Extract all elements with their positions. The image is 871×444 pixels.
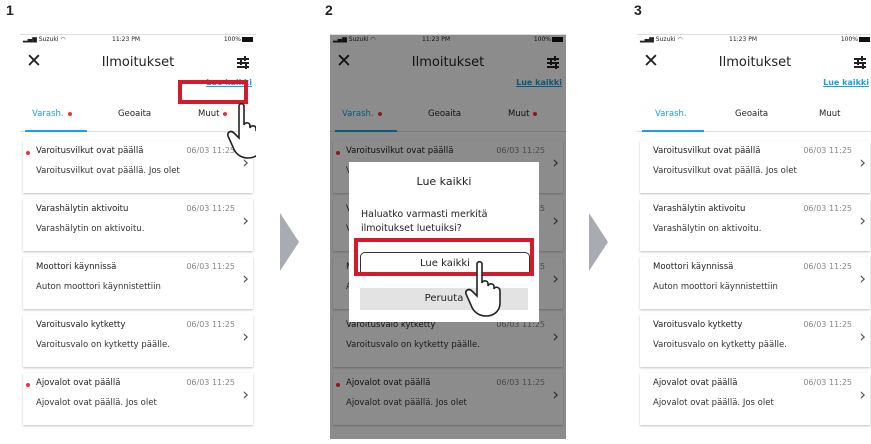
notification-title: Varashälytin aktivoitu — [653, 204, 746, 214]
chevron-right-icon: › — [242, 385, 249, 405]
notification-card[interactable]: Varashälytin aktivoitu 06/03 11:25 Varashä… — [640, 199, 870, 251]
tab-bar: Varash. Geoaita Muut — [637, 101, 871, 132]
notification-title: Ajovalot ovat päällä — [653, 378, 738, 388]
battery: 100% — [841, 35, 870, 45]
notification-date: 06/03 11:25 — [803, 262, 852, 271]
dialog-message: Haluatko varmasti merkitä ilmoitukset lu… — [361, 208, 529, 236]
notification-card[interactable]: Moottori käynnissä 06/03 11:25 Auton moott… — [23, 257, 253, 309]
phone-screen-step-2: ▂▄▆ Suzuki ◠ 11:23 PM 100% ✕ Ilmoitukset… — [330, 34, 566, 439]
notification-body: Varashälytin on aktivoitu. — [36, 224, 145, 234]
notification-title: Varoitusvilkut ovat päällä — [36, 146, 144, 156]
notification-body: Varoitusvalo on kytketty päälle. — [36, 340, 170, 350]
next-step-arrow-icon — [589, 213, 608, 271]
notification-card[interactable]: Ajovalot ovat päällä 06/03 11:25 Ajovalot … — [23, 373, 253, 425]
tab-varash[interactable]: Varash. — [655, 109, 687, 119]
notification-card[interactable]: Ajovalot ovat päällä 06/03 11:25 Ajovalot … — [640, 373, 870, 425]
step-number-2: 2 — [325, 2, 333, 18]
tab-bar: Varash. Geoaita Muut — [20, 101, 256, 132]
notification-date: 06/03 11:25 — [803, 378, 852, 387]
pointing-hand-icon — [227, 103, 256, 159]
active-tab-indicator — [25, 130, 87, 132]
chevron-right-icon: › — [242, 269, 249, 289]
notification-body: Auton moottori käynnistettiin — [653, 282, 778, 292]
notification-title: Varoitusvalo kytketty — [36, 320, 126, 330]
notification-body: Auton moottori käynnistettiin — [36, 282, 161, 292]
chevron-right-icon: › — [242, 211, 249, 231]
battery: 100% — [224, 35, 253, 45]
read-all-link[interactable]: Lue kaikki — [823, 78, 869, 87]
highlight-box — [178, 80, 248, 104]
active-tab-indicator — [642, 130, 704, 132]
clock: 11:23 PM — [729, 36, 757, 43]
notification-date: 06/03 11:25 — [186, 262, 235, 271]
notification-body: Ajovalot ovat päällä. Jos olet — [36, 398, 157, 408]
notification-card[interactable]: Varoitusvalo kytketty 06/03 11:25 Varoitus… — [640, 315, 870, 367]
battery-icon — [859, 37, 870, 42]
page-title: Ilmoitukset — [718, 55, 792, 70]
step-number-1: 1 — [6, 2, 14, 18]
notification-date: 06/03 11:25 — [186, 378, 235, 387]
notification-title: Varoitusvalo kytketty — [653, 320, 743, 330]
notification-card[interactable]: Moottori käynnissä 06/03 11:25 Auton moott… — [640, 257, 870, 309]
step-number-3: 3 — [634, 2, 642, 18]
chevron-right-icon: › — [859, 211, 866, 231]
notification-date: 06/03 11:25 — [803, 146, 852, 155]
chevron-right-icon: › — [859, 385, 866, 405]
notification-list: Varoitusvilkut ovat päällä06/03 11:25Var… — [640, 141, 870, 431]
notification-card[interactable]: Varoitusvilkut ovat päällä 06/03 11:25 Var… — [640, 141, 870, 193]
notification-body: Varoitusvalo on kytketty päälle. — [653, 340, 787, 350]
filter-settings-icon[interactable] — [854, 56, 866, 69]
highlight-box — [354, 238, 534, 276]
chevron-right-icon: › — [859, 153, 866, 173]
page-title: Ilmoitukset — [101, 55, 175, 70]
filter-settings-icon[interactable] — [237, 56, 249, 69]
notification-body: Varoitusvilkut ovat päällä. Jos olet — [36, 166, 180, 176]
dialog-message-line: Haluatko varmasti merkitä — [361, 209, 488, 220]
dialog-title: Lue kaikki — [416, 175, 472, 188]
chevron-right-icon: › — [242, 327, 249, 347]
next-step-arrow-icon — [280, 213, 299, 271]
battery-icon — [242, 37, 253, 42]
notification-date: 06/03 11:25 — [186, 204, 235, 213]
tab-varash[interactable]: Varash. — [32, 109, 72, 119]
notification-date: 06/03 11:25 — [186, 320, 235, 329]
notification-title: Moottori käynnissä — [653, 262, 734, 272]
notification-body: Varoitusvilkut ovat päällä. Jos olet — [653, 166, 797, 176]
notification-title: Varashälytin aktivoitu — [36, 204, 129, 214]
notification-card[interactable]: Varoitusvilkut ovat päällä06/03 11:25Var… — [23, 141, 253, 193]
carrier-label: ▂▄▆ Suzuki ◠ — [23, 36, 66, 43]
notification-card[interactable]: Varashälytin aktivoitu 06/03 11:25 Varashä… — [23, 199, 253, 251]
tab-muut[interactable]: Muut — [819, 109, 840, 119]
dialog-message-line: ilmoitukset luetuiksi? — [361, 223, 462, 234]
chevron-right-icon: › — [859, 327, 866, 347]
tab-geoaita[interactable]: Geoaita — [118, 109, 151, 119]
notification-body: Ajovalot ovat päällä. Jos olet — [653, 398, 774, 408]
phone-screen-step-3: ▂▄▆ Suzuki ◠ 11:23 PM 100% ✕ Ilmoitukset… — [637, 34, 871, 439]
unread-dot — [26, 151, 30, 155]
status-bar: ▂▄▆ Suzuki ◠ 11:23 PM 100% — [637, 35, 871, 45]
notification-title: Moottori käynnissä — [36, 262, 117, 272]
notification-date: 06/03 11:25 — [803, 204, 852, 213]
carrier-label: ▂▄▆ Suzuki ◠ — [640, 36, 683, 43]
pointing-hand-icon — [465, 261, 501, 317]
notification-date: 06/03 11:25 — [803, 320, 852, 329]
notification-card[interactable]: Varoitusvalo kytketty 06/03 11:25 Varoitus… — [23, 315, 253, 367]
notification-title: Varoitusvilkut ovat päällä — [653, 146, 761, 156]
phone-screen-step-1: ▂▄▆ Suzuki ◠ 11:23 PM 100% ✕ Ilmoitukset… — [20, 34, 256, 439]
unread-dot — [26, 383, 30, 387]
tab-geoaita[interactable]: Geoaita — [735, 109, 768, 119]
notification-title: Ajovalot ovat päällä — [36, 378, 121, 388]
unread-dot — [67, 111, 72, 116]
chevron-right-icon: › — [859, 269, 866, 289]
status-bar: ▂▄▆ Suzuki ◠ 11:23 PM 100% — [20, 35, 256, 45]
tab-muut[interactable]: Muut — [198, 109, 228, 119]
clock: 11:23 PM — [112, 36, 140, 43]
notification-list: Varoitusvilkut ovat päällä06/03 11:25Var… — [23, 141, 253, 431]
notification-body: Varashälytin on aktivoitu. — [653, 224, 762, 234]
